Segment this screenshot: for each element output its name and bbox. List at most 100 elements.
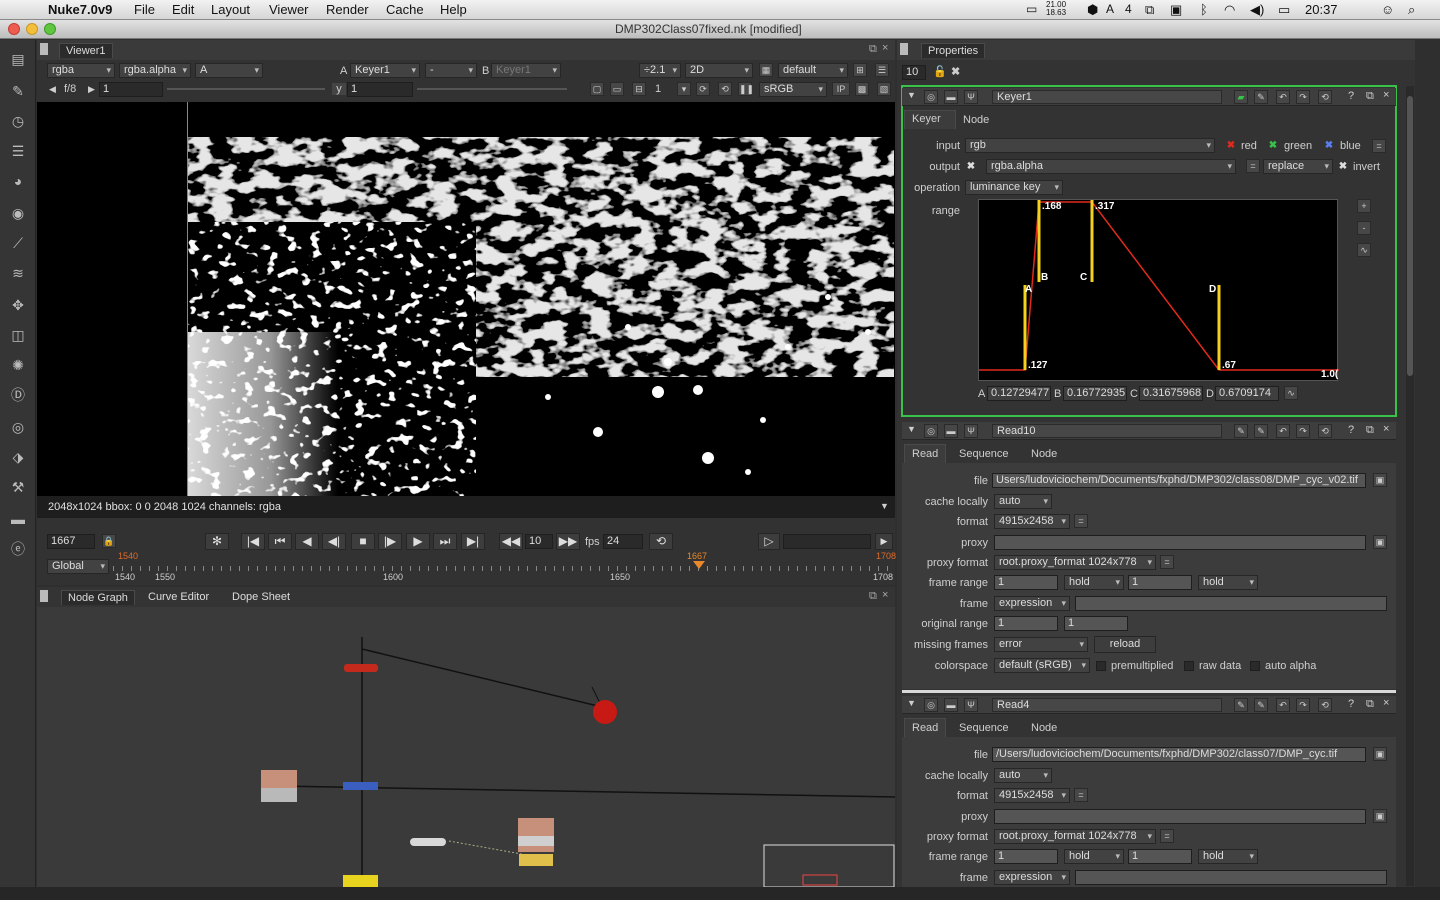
fstop-value[interactable]: f/8: [64, 83, 76, 95]
play-forward-icon[interactable]: |▶: [378, 533, 402, 550]
range-graph[interactable]: .168 .317 .127 .67 1.0( A B C D: [978, 199, 1339, 382]
ofx-nodes-icon[interactable]: ⓔ: [8, 540, 28, 558]
gain-slider[interactable]: [167, 88, 325, 90]
skip-forward-icon[interactable]: ▶▶: [556, 533, 580, 550]
furnace-nodes-icon[interactable]: ▬: [8, 510, 28, 528]
viewer-icon[interactable]: ◎: [924, 424, 938, 438]
minimize-window-icon[interactable]: [26, 23, 38, 35]
viewer-node[interactable]: [593, 700, 617, 724]
particles-nodes-icon[interactable]: ✺: [8, 356, 28, 374]
edit-icon[interactable]: ✎: [1254, 90, 1268, 104]
menu-layout[interactable]: Layout: [211, 2, 250, 17]
input-menu-icon[interactable]: A: [1106, 2, 1114, 16]
gamma-slider[interactable]: [417, 88, 567, 90]
float-icon[interactable]: ⧉: [1366, 90, 1374, 103]
clear-panels-icon[interactable]: ✖: [951, 65, 960, 78]
mask-icon[interactable]: ⊟: [632, 82, 646, 96]
gain-field[interactable]: 1: [99, 82, 163, 97]
reload-button[interactable]: reload: [1094, 636, 1156, 653]
timeline-settings-icon[interactable]: ✻: [205, 533, 229, 550]
view-mode-dropdown[interactable]: 2D: [685, 63, 753, 78]
fstop-prev-icon[interactable]: ◀: [49, 84, 56, 95]
lut-icon[interactable]: ▦: [759, 63, 773, 77]
a-value-field[interactable]: 0.12729477: [987, 386, 1051, 401]
proxy-path-field[interactable]: [994, 535, 1366, 550]
draw-nodes-icon[interactable]: ✎: [8, 82, 28, 100]
tab-node[interactable]: Node: [1031, 448, 1057, 460]
d-value-field[interactable]: 0.6709174: [1215, 386, 1279, 401]
prev-keyframe-icon[interactable]: ⏮: [268, 533, 292, 550]
frame-range-end[interactable]: 1: [1128, 849, 1192, 864]
point-a-label[interactable]: A: [1025, 284, 1032, 295]
close-window-icon[interactable]: [8, 23, 20, 35]
output-dropdown[interactable]: rgba.alpha: [986, 159, 1236, 174]
timeline-ruler[interactable]: 1540 1667 1708 1540 1550 1600 1650 1708: [113, 551, 896, 583]
image-nodes-icon[interactable]: ▤: [8, 50, 28, 68]
node-name-field[interactable]: Read10: [992, 424, 1222, 438]
time-nodes-icon[interactable]: ◷: [8, 112, 28, 130]
proxy-browse-icon[interactable]: ▣: [1373, 535, 1387, 549]
revert-icon[interactable]: ⟲: [1318, 90, 1332, 104]
increment-field[interactable]: 10: [525, 534, 553, 549]
tab-node[interactable]: Node: [963, 114, 989, 126]
overscan-icon[interactable]: ▩: [855, 82, 869, 96]
edit2-icon[interactable]: ✎: [1254, 698, 1268, 712]
range-curve[interactable]: [979, 200, 1339, 382]
panel-grip-icon[interactable]: [900, 43, 908, 55]
info-expand-icon[interactable]: ▼: [880, 501, 889, 511]
frame-range-end[interactable]: 1: [1128, 575, 1192, 590]
undo-icon[interactable]: ↶: [1276, 90, 1290, 104]
green-checkbox[interactable]: ✖: [1268, 141, 1278, 151]
spotlight-icon[interactable]: ⌕: [1408, 2, 1415, 18]
point-b-label[interactable]: B: [1041, 272, 1048, 283]
3d-nodes-icon[interactable]: ◫: [8, 326, 28, 344]
refresh-icon[interactable]: ⟳: [696, 82, 710, 96]
close-icon[interactable]: ×: [1383, 89, 1389, 101]
colorspace-dropdown[interactable]: default (sRGB): [994, 658, 1090, 673]
merge-node[interactable]: [519, 854, 553, 866]
input-icon[interactable]: Ψ: [964, 90, 978, 104]
playhead-icon[interactable]: [693, 561, 705, 569]
first-frame-icon[interactable]: |◀: [241, 533, 265, 550]
next-frame-icon[interactable]: ▶: [406, 533, 430, 550]
max-panels-field[interactable]: 10: [902, 65, 926, 80]
flipbook-run-icon[interactable]: ▶: [875, 533, 893, 550]
collapse-icon[interactable]: ▼: [907, 424, 916, 434]
tab-dope-sheet[interactable]: Dope Sheet: [226, 590, 296, 604]
point-d-label[interactable]: D: [1209, 284, 1216, 295]
properties-scrollbar[interactable]: [1406, 86, 1414, 886]
viewer-canvas[interactable]: [37, 102, 895, 496]
close-panel-icon[interactable]: ×: [882, 589, 888, 601]
deep-nodes-icon[interactable]: Ⓓ: [8, 386, 28, 404]
tab-viewer1[interactable]: Viewer1: [59, 43, 113, 58]
next-keyframe-icon[interactable]: ⏭: [433, 533, 457, 550]
display-channel-dropdown[interactable]: A: [195, 63, 263, 78]
merge-nodes-icon[interactable]: ≋: [8, 264, 28, 282]
format-link-icon[interactable]: =: [1074, 788, 1088, 802]
values-curve-icon[interactable]: ∿: [1284, 386, 1298, 400]
invert-checkbox[interactable]: ✖: [1338, 162, 1348, 172]
lock-frame-icon[interactable]: 🔒: [102, 534, 116, 548]
b-value-field[interactable]: 0.16772935: [1063, 386, 1127, 401]
float-icon[interactable]: ⧉: [1366, 424, 1374, 437]
auto-update-icon[interactable]: ⟲: [718, 82, 732, 96]
roi-icon[interactable]: ⊞: [853, 63, 867, 77]
input-dropdown[interactable]: rgb: [965, 138, 1215, 153]
viewer-icon[interactable]: ◎: [924, 698, 938, 712]
skip-back-icon[interactable]: ◀◀: [499, 533, 523, 550]
viewer-icon[interactable]: ◎: [924, 90, 938, 104]
guides-icon[interactable]: ▭: [610, 82, 624, 96]
menu-viewer[interactable]: Viewer: [269, 2, 309, 17]
color-nodes-icon[interactable]: ◕: [8, 172, 28, 190]
undo-icon[interactable]: ↶: [1276, 424, 1290, 438]
backdrop-node[interactable]: [763, 844, 895, 887]
dot-node[interactable]: [410, 838, 446, 846]
proxy-browse-icon[interactable]: ▣: [1373, 809, 1387, 823]
prev-frame-icon[interactable]: ◀: [295, 533, 319, 550]
red-checkbox[interactable]: ✖: [1226, 141, 1236, 151]
format-dropdown[interactable]: 4915x2458: [994, 788, 1070, 803]
tab-curve-editor[interactable]: Curve Editor: [142, 590, 215, 604]
float-panel-icon[interactable]: ⧉: [869, 43, 877, 56]
proxy-level[interactable]: 1: [655, 83, 661, 95]
keyer-nodes-icon[interactable]: ⟋: [8, 234, 28, 252]
